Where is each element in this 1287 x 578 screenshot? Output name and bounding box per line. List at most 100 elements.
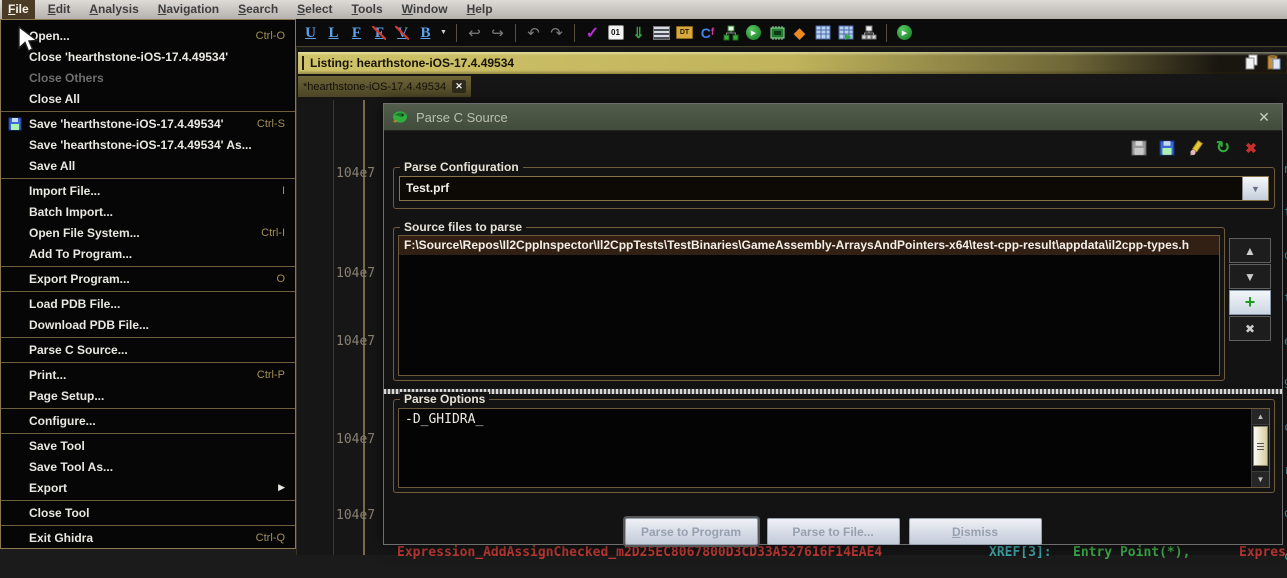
menu-item-save-all[interactable]: Save All <box>1 155 295 176</box>
menubar-item-edit[interactable]: Edit <box>42 0 77 19</box>
listing-address: 104e7 <box>336 334 375 349</box>
edit-profile-icon[interactable] <box>1186 139 1204 157</box>
run-script-icon[interactable]: ▶ <box>894 23 915 43</box>
dialog-titlebar[interactable]: Parse C Source ✕ <box>384 104 1282 131</box>
save-profile-icon[interactable] <box>1130 139 1148 157</box>
menubar-item-tools[interactable]: Tools <box>346 0 389 19</box>
listing-header[interactable]: Listing: hearthstone-iOS-17.4.49534 <box>298 52 1287 74</box>
menubar-item-select[interactable]: Select <box>291 0 338 19</box>
menu-item-add-to-program[interactable]: Add To Program... <box>1 243 295 264</box>
data-type-folder-icon[interactable]: DT <box>674 23 695 43</box>
undo-icon[interactable]: ↶ <box>523 23 544 43</box>
dismiss-button[interactable]: Dismiss <box>909 518 1042 545</box>
validate-check-icon[interactable]: ✓ <box>582 23 603 43</box>
menu-item-parse-c-source[interactable]: Parse C Source... <box>1 339 295 360</box>
menu-item-import-file[interactable]: Import File... I <box>1 180 295 201</box>
button-label: Parse to File... <box>792 525 873 539</box>
move-up-button[interactable]: ▲ <box>1229 238 1271 263</box>
menu-item-save-tool-as[interactable]: Save Tool As... <box>1 456 295 477</box>
menu-item-download-pdb[interactable]: Download PDB File... <box>1 314 295 335</box>
parse-to-file-button[interactable]: Parse to File... <box>767 518 900 545</box>
menu-item-export-program[interactable]: Export Program... O <box>1 268 295 289</box>
splitter-handle[interactable] <box>384 389 1282 394</box>
combobox-value: Test.prf <box>400 177 1268 200</box>
symbol-tree-icon[interactable] <box>720 23 741 43</box>
tab-close-icon[interactable]: ✕ <box>452 80 466 93</box>
move-down-button[interactable]: ▼ <box>1229 264 1271 289</box>
xref-more-text: Expressio <box>1239 545 1287 560</box>
format-f-button[interactable]: F <box>346 23 367 43</box>
menubar-item-navigation[interactable]: Navigation <box>152 0 225 19</box>
format-underline-button[interactable]: U <box>300 23 321 43</box>
format-v-clear-button[interactable]: V <box>392 23 413 43</box>
copy-icon[interactable] <box>1244 54 1260 70</box>
tab-hearthstone[interactable]: *hearthstone-iOS-17.4.49534 ✕ <box>298 76 471 97</box>
refresh-icon[interactable]: ↻ <box>1214 139 1232 157</box>
menu-item-close-tool[interactable]: Close Tool <box>1 502 295 523</box>
table-icon[interactable] <box>812 23 833 43</box>
menu-item-export-tool[interactable]: Export ▶ <box>1 477 295 498</box>
listing-address: 104e7 <box>336 508 375 523</box>
menubar-item-analysis[interactable]: Analysis <box>83 0 144 19</box>
menubar-item-search[interactable]: Search <box>232 0 284 19</box>
parse-to-program-button[interactable]: Parse to Program <box>625 518 758 545</box>
file-menu: Open... Ctrl-O Close 'hearthstone-iOS-17… <box>0 19 296 549</box>
parse-options-textarea[interactable]: -D_GHIDRA_ ▲ ▼ <box>398 408 1270 488</box>
film-strip-icon[interactable] <box>651 23 672 43</box>
options-scrollbar[interactable]: ▲ ▼ <box>1251 409 1269 487</box>
scroll-up-icon[interactable]: ▲ <box>1252 409 1269 425</box>
menu-item-batch-import[interactable]: Batch Import... <box>1 201 295 222</box>
menu-item-print[interactable]: Print... Ctrl-P <box>1 364 295 385</box>
combobox-dropdown-button[interactable]: ▼ <box>1242 177 1268 200</box>
menubar-item-window[interactable]: Window <box>396 0 454 19</box>
nav-forward-icon[interactable]: ↪ <box>487 23 508 43</box>
source-files-group: Source files to parse F:\Source\Repos\Il… <box>393 227 1225 381</box>
menubar-item-help[interactable]: Help <box>461 0 499 19</box>
delete-profile-icon[interactable]: ✖ <box>1242 139 1260 157</box>
table-export-glyph <box>838 25 854 40</box>
parse-configuration-combobox[interactable]: Test.prf ▼ <box>399 176 1269 201</box>
menu-item-save-tool[interactable]: Save Tool <box>1 435 295 456</box>
menu-item-load-pdb[interactable]: Load PDB File... <box>1 293 295 314</box>
add-file-button[interactable]: + <box>1229 290 1271 315</box>
table-export-icon[interactable] <box>835 23 856 43</box>
cf-datatype-icon[interactable]: Cf <box>697 23 718 43</box>
menu-item-save-program[interactable]: Save 'hearthstone-iOS-17.4.49534' Ctrl-S <box>1 113 295 134</box>
menu-item-close-program[interactable]: Close 'hearthstone-iOS-17.4.49534' <box>1 46 295 67</box>
menu-item-label: Save 'hearthstone-iOS-17.4.49534' <box>29 117 257 131</box>
drag-handle-icon[interactable] <box>302 56 304 70</box>
scroll-down-icon[interactable]: ▼ <box>1252 471 1269 487</box>
menu-item-configure[interactable]: Configure... <box>1 410 295 431</box>
chevron-down-icon[interactable]: ▼ <box>438 29 449 36</box>
menu-item-open-file-system[interactable]: Open File System... Ctrl-I <box>1 222 295 243</box>
menu-item-label: Open File System... <box>29 226 261 240</box>
button-label: Dismiss <box>952 525 998 539</box>
import-data-icon[interactable]: ⇓ <box>628 23 649 43</box>
play-icon[interactable]: ▶ <box>743 23 764 43</box>
paste-icon[interactable] <box>1266 54 1282 70</box>
memory-chip-icon[interactable] <box>766 23 787 43</box>
menu-item-close-all[interactable]: Close All <box>1 88 295 109</box>
menubar-item-file[interactable]: File <box>2 0 35 19</box>
save-profile-as-icon[interactable] <box>1158 139 1176 157</box>
source-files-list[interactable]: F:\Source\Repos\Il2CppInspector\Il2CppTe… <box>398 235 1220 376</box>
nav-back-icon[interactable]: ↩ <box>464 23 485 43</box>
scrollbar-thumb[interactable] <box>1253 426 1268 466</box>
binary-data-icon[interactable]: 01 <box>605 23 626 43</box>
remove-file-button[interactable]: ✖ <box>1229 316 1271 341</box>
menu-item-page-setup[interactable]: Page Setup... <box>1 385 295 406</box>
diamond-icon[interactable]: ◆ <box>789 23 810 43</box>
menu-item-save-program-as[interactable]: Save 'hearthstone-iOS-17.4.49534' As... <box>1 134 295 155</box>
hierarchy-icon[interactable] <box>858 23 879 43</box>
format-l-button[interactable]: L <box>323 23 344 43</box>
menu-item-open[interactable]: Open... Ctrl-O <box>1 25 295 46</box>
format-f-clear-button[interactable]: F <box>369 23 390 43</box>
source-file-row[interactable]: F:\Source\Repos\Il2CppInspector\Il2CppTe… <box>399 236 1219 255</box>
menu-separator <box>1 362 295 363</box>
redo-icon[interactable]: ↷ <box>546 23 567 43</box>
dialog-close-icon[interactable]: ✕ <box>1254 109 1274 126</box>
format-b-button[interactable]: B <box>415 23 436 43</box>
menu-item-label: Batch Import... <box>29 205 285 219</box>
menu-item-exit-ghidra[interactable]: Exit Ghidra Ctrl-Q <box>1 527 295 548</box>
menu-item-label: Add To Program... <box>29 247 285 261</box>
